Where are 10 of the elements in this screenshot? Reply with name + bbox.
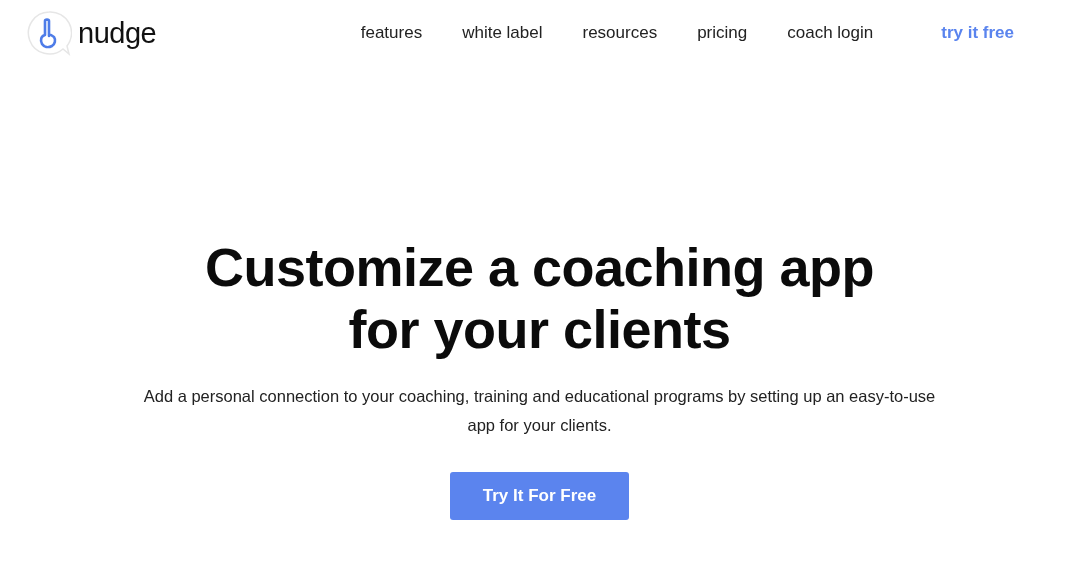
- nav-link[interactable]: resources: [582, 23, 658, 43]
- nav-link[interactable]: pricing: [697, 23, 748, 43]
- try-free-button[interactable]: Try It For Free: [450, 472, 629, 520]
- logo-text[interactable]: nudge: [78, 16, 157, 50]
- hero-title: Customize a coaching app for your clients: [204, 236, 875, 360]
- nav-link[interactable]: coach login: [787, 23, 874, 43]
- nav-link[interactable]: white label: [462, 23, 543, 43]
- nav-link[interactable]: features: [360, 23, 423, 43]
- hero-subtitle: Add a personal connection to your coaching, training and educational programs by setting up an easy-to-use app for your clients.: [142, 386, 937, 436]
- try-free-link[interactable]: try it free: [941, 23, 1014, 43]
